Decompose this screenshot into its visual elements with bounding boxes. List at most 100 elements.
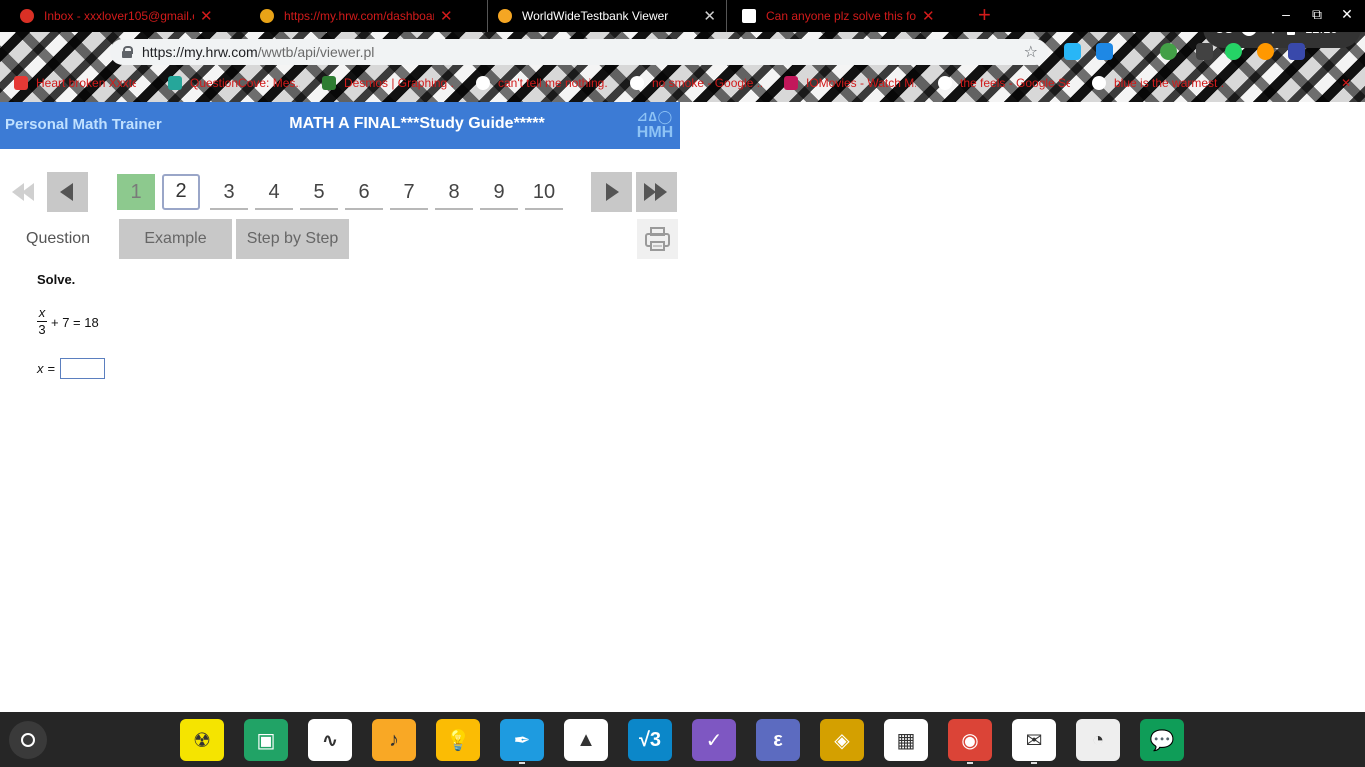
- bookmark-item[interactable]: QuestionCove: Mes...: [168, 76, 300, 90]
- question-number-6[interactable]: 6: [345, 174, 383, 210]
- answer-input[interactable]: [60, 358, 106, 379]
- tab-strip: Inbox - xxxlover105@gmail.com ✕ https://…: [0, 0, 1365, 32]
- google-keep-icon[interactable]: 💡: [436, 719, 480, 761]
- bookmark-item[interactable]: Desmos | Graphing ...: [322, 76, 454, 90]
- gold-app-icon[interactable]: ◈: [820, 719, 864, 761]
- launcher-button[interactable]: [9, 721, 47, 759]
- print-button[interactable]: [637, 219, 678, 259]
- bookmark-label: Heart broken Xxxte...: [36, 76, 136, 90]
- tab-brainly-question[interactable]: Can anyone plz solve this for me ✕: [732, 0, 945, 32]
- next-question-button[interactable]: [591, 172, 632, 212]
- lock-icon[interactable]: [122, 46, 133, 58]
- bookmark-item[interactable]: no smoke - Google ...: [630, 76, 762, 90]
- question-number-7[interactable]: 7: [390, 174, 428, 210]
- bookmark-item[interactable]: can't tell me nothing...: [476, 76, 608, 90]
- tab-example[interactable]: Example: [119, 219, 232, 259]
- edpuzzle-app-glyph: ε: [773, 728, 783, 751]
- gmail-glyph: ✉: [1025, 729, 1043, 752]
- google-icon: [938, 76, 952, 90]
- google-drive-glyph: ▲: [576, 728, 596, 751]
- question-number-1[interactable]: 1: [117, 174, 155, 210]
- music-app-glyph: ♪: [389, 728, 399, 751]
- hangouts-icon[interactable]: 💬: [1140, 719, 1184, 761]
- pen-app-icon[interactable]: ✒: [500, 719, 544, 764]
- bookmark-label: blue is the warmest ...: [1114, 76, 1224, 90]
- bookmark-star-icon[interactable]: ☆: [1024, 42, 1038, 62]
- google-drive-icon[interactable]: ▲: [564, 719, 608, 761]
- url-path: /wwtb/api/viewer.pl: [257, 44, 375, 60]
- question-number-5[interactable]: 5: [300, 174, 338, 210]
- gmail-icon[interactable]: ✉: [1012, 719, 1056, 764]
- answer-variable: x: [37, 361, 44, 376]
- url-text[interactable]: https://my.hrw.com/wwtb/api/viewer.pl: [142, 44, 374, 60]
- scissors-icon[interactable]: [1160, 43, 1177, 60]
- tab-step-by-step[interactable]: Step by Step: [236, 219, 349, 259]
- running-indicator: [1031, 762, 1037, 764]
- music-app-icon[interactable]: ♪: [372, 719, 416, 761]
- first-question-button[interactable]: [4, 172, 45, 212]
- graph-app-icon[interactable]: ∿: [308, 719, 352, 761]
- google-sites-icon[interactable]: ▦: [884, 719, 928, 761]
- question-navigation: 1 2 3 4 5 6 7 8 9 10: [0, 172, 680, 214]
- tab-gmail-inbox[interactable]: Inbox - xxxlover105@gmail.com ✕: [10, 0, 223, 32]
- google-keep-glyph: 💡: [445, 729, 471, 752]
- hmh-logo-text: HMH: [636, 124, 674, 141]
- tab-close-icon[interactable]: ✕: [922, 7, 935, 25]
- tab-close-icon[interactable]: ✕: [703, 7, 716, 25]
- v3-app-glyph: √3: [638, 728, 662, 751]
- question-number-8[interactable]: 8: [435, 174, 473, 210]
- bookmark-label: IOMovies - Watch M...: [806, 76, 916, 90]
- shield-icon[interactable]: [1096, 43, 1113, 60]
- chrome-web-store-icon[interactable]: ◔: [1076, 719, 1120, 761]
- left-arrow-icon: [60, 183, 73, 201]
- cloud-icon[interactable]: [1064, 43, 1081, 60]
- camera-icon[interactable]: [1288, 43, 1305, 60]
- fraction-numerator: x: [38, 305, 46, 320]
- hrw-favicon-icon: [260, 9, 274, 23]
- question-number-9[interactable]: 9: [480, 174, 518, 210]
- tab-title: Inbox - xxxlover105@gmail.com: [44, 9, 194, 23]
- maximize-window-button[interactable]: ⧉: [1307, 6, 1327, 23]
- radiation-app-icon[interactable]: ☢: [180, 719, 224, 761]
- bookmark-item[interactable]: blue is the warmest ...: [1092, 76, 1224, 90]
- last-question-button[interactable]: [636, 172, 677, 212]
- close-window-button[interactable]: ✕: [1337, 6, 1357, 23]
- page-title: MATH A FINAL***Study Guide*****: [289, 115, 545, 132]
- bookmark-item[interactable]: the feels - Google Se...: [938, 76, 1070, 90]
- v3-app-icon[interactable]: √3: [628, 719, 672, 761]
- bookmarks-close-icon[interactable]: ✕: [1341, 76, 1351, 90]
- youtube-icon: [14, 76, 28, 90]
- tab-question[interactable]: Question: [26, 230, 90, 248]
- question-number-3[interactable]: 3: [210, 174, 248, 210]
- previous-question-button[interactable]: [47, 172, 88, 212]
- answer-equals: =: [47, 361, 56, 376]
- palette-icon[interactable]: [1257, 43, 1274, 60]
- address-bar[interactable]: https://my.hrw.com/wwtb/api/viewer.pl ☆: [110, 39, 1048, 65]
- google-icon: [630, 76, 644, 90]
- question-tabs: Question Example Step by Step: [0, 219, 680, 259]
- tab-close-icon[interactable]: ✕: [440, 7, 453, 25]
- hangouts-glyph: 💬: [1149, 729, 1175, 752]
- question-number-10[interactable]: 10: [525, 174, 563, 210]
- tab-close-icon[interactable]: ✕: [200, 7, 213, 25]
- right-arrow-icon: [606, 183, 619, 201]
- bookmark-item[interactable]: Heart broken Xxxte...: [14, 76, 136, 90]
- bookmark-item[interactable]: IOMovies - Watch M...: [784, 76, 916, 90]
- question-number-4[interactable]: 4: [255, 174, 293, 210]
- equation-rest: + 7 = 18: [51, 315, 99, 330]
- question-number-2[interactable]: 2: [162, 174, 200, 210]
- mute-icon[interactable]: [1196, 43, 1213, 60]
- notebook-app-icon[interactable]: ✓: [692, 719, 736, 761]
- edpuzzle-app-icon[interactable]: ε: [756, 719, 800, 761]
- chrome-icon[interactable]: ◉: [948, 719, 992, 764]
- new-tab-button[interactable]: +: [978, 3, 991, 27]
- whatsapp-icon[interactable]: [1225, 43, 1242, 60]
- google-classroom-icon[interactable]: ▣: [244, 719, 288, 761]
- tab-worldwidetestbank-viewer[interactable]: WorldWideTestbank Viewer ✕: [487, 0, 727, 32]
- minimize-window-button[interactable]: –: [1276, 6, 1296, 22]
- google-classroom-glyph: ▣: [256, 729, 276, 752]
- question-prompt: Solve.: [37, 272, 76, 287]
- hmh-logo: ⊿∆◯ HMH: [634, 110, 676, 142]
- tab-title: Can anyone plz solve this for me: [766, 9, 916, 23]
- tab-hrw-dashboard[interactable]: https://my.hrw.com/dashboard ✕: [250, 0, 463, 32]
